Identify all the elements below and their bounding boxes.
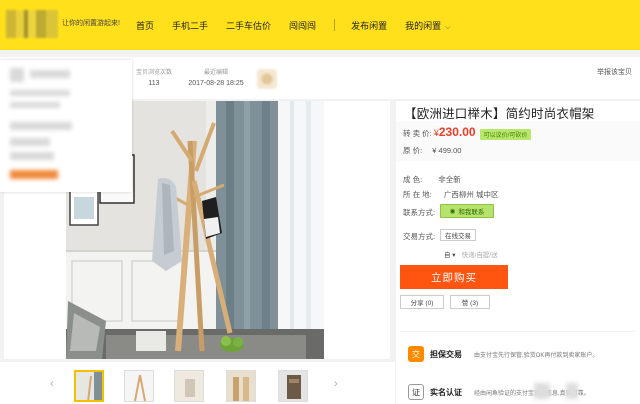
chevron-right-icon[interactable]: › [334,378,338,390]
real-name-row: 证 实名认证 经由闲鱼验证的支付宝实名信息,真实可靠。 [408,384,638,404]
escrow-desc: 由支付宝先行保管,验货OK再付款到卖家账户。 [474,353,599,359]
contact-button[interactable]: ◉ 和我联系 [440,204,494,218]
pickup-hint: 快递/自提/送 [461,252,498,259]
like-button[interactable]: 赞 (3) [450,295,490,309]
condition-label: 成 色: [403,175,423,184]
id-card-icon: 证 [408,384,424,400]
original-price-row: 原 价: ¥ 499.00 [403,145,461,156]
location-label: 所 在 地: [403,190,432,199]
seller-line [10,102,60,108]
blurred-avatar [566,383,578,399]
product-title: 【欧洲进口榉木】简约时尚衣帽架 [404,107,595,121]
price-row: 转 卖 价: ¥230.00 可以议价/可砍价 [403,125,532,140]
nav-divider [334,19,336,31]
seller-action[interactable] [10,170,58,179]
guarantee-section: 交 担保交易 由支付宝先行保管,验货OK再付款到卖家账户。 证 实名认证 经由闲… [400,331,636,404]
dropdown-icon: ▾ [450,252,456,259]
seller-name [30,70,70,78]
chat-icon: ◉ [449,208,456,215]
contact-button-label: 和我联系 [458,209,485,216]
location-row: 所 在 地: 广西柳州 城中区 [403,189,498,200]
buy-now-button[interactable]: 立即购买 [400,265,508,289]
edit-date-label: 最近编辑 [203,70,228,76]
contact-label: 联系方式: [403,208,436,217]
avatar[interactable] [257,69,277,89]
negotiable-badge: 可以议价/可砍价 [479,128,532,140]
location-value: 广西柳州 城中区 [443,190,499,199]
thumbnail-1[interactable] [74,370,104,402]
thumbnail-image [76,372,102,400]
edit-stat: 最近编辑 2017-08-28 18:25 [188,67,244,87]
real-name-title: 实名认证 [430,388,462,397]
nav-my-idle[interactable]: 我的闲置 ⌵ [405,19,450,32]
original-price-label: 原 价: [403,146,423,155]
edit-date-value: 2017-08-28 18:25 [188,80,244,87]
price-value: 230.00 [438,125,476,139]
thumbnail-image [125,371,153,401]
chevron-left-icon[interactable]: ‹ [50,378,54,390]
escrow-title: 担保交易 [430,350,462,359]
nav-publish[interactable]: 发布闲置 [351,19,387,32]
thumbnail-image [175,371,203,401]
thumbnail-image [279,371,307,401]
views-label: 宝贝浏览次数 [136,70,173,76]
views-stat: 宝贝浏览次数 113 [136,67,172,87]
nav-chuang[interactable]: 闯闯闯 [289,19,316,32]
escrow-row: 交 担保交易 由支付宝先行保管,验货OK再付款到卖家账户。 [408,346,638,366]
main-nav: 首页 手机二手 二手车估价 闯闯闯 发布闲置 我的闲置 ⌵ [136,0,468,50]
logo[interactable] [6,10,58,38]
thumbnail-strip: ‹ › [0,362,395,404]
nav-home[interactable]: 首页 [136,19,154,32]
seller-card [0,60,132,192]
top-header: 让你的闲置游起来! 首页 手机二手 二手车估价 闯闯闯 发布闲置 我的闲置 ⌵ [0,0,640,50]
thumbnail-4[interactable] [226,370,256,402]
escrow-icon: 交 [408,346,424,362]
views-value: 113 [148,80,160,87]
seller-line [10,138,50,146]
trade-method-tag[interactable]: 在线交易 [440,229,476,241]
share-button[interactable]: 分享 (0) [400,295,444,309]
trade-label: 交易方式: [403,232,436,241]
nav-my-idle-label: 我的闲置 [405,20,442,31]
seller-avatar [10,68,24,82]
thumbnail-image [227,371,255,401]
thumbnail-3[interactable] [174,370,204,402]
nav-used-phones[interactable]: 手机二手 [172,19,208,32]
report-link[interactable]: 举报该宝贝 [597,67,632,77]
nav-car-valuation[interactable]: 二手车估价 [226,19,271,32]
seller-line [10,122,72,130]
chevron-down-icon: ⌵ [445,23,451,31]
condition-value: 非全新 [438,175,461,184]
pickup-option[interactable]: 自 ▾ 快递/自提/送 [444,249,498,259]
original-price-value: ¥ 499.00 [432,146,462,155]
price-label: 转 卖 价: [403,129,432,138]
slogan: 让你的闲置游起来! [62,20,120,27]
thumbnail-2[interactable] [124,370,154,402]
seller-line [10,90,70,96]
thumbnail-5[interactable] [278,370,308,402]
blurred-avatar [534,383,550,399]
product-detail-panel: 【欧洲进口榉木】简约时尚衣帽架 转 卖 价: ¥230.00 可以议价/可砍价 … [396,101,640,404]
seller-line [10,152,54,160]
condition-row: 成 色: 非全新 [403,174,461,185]
